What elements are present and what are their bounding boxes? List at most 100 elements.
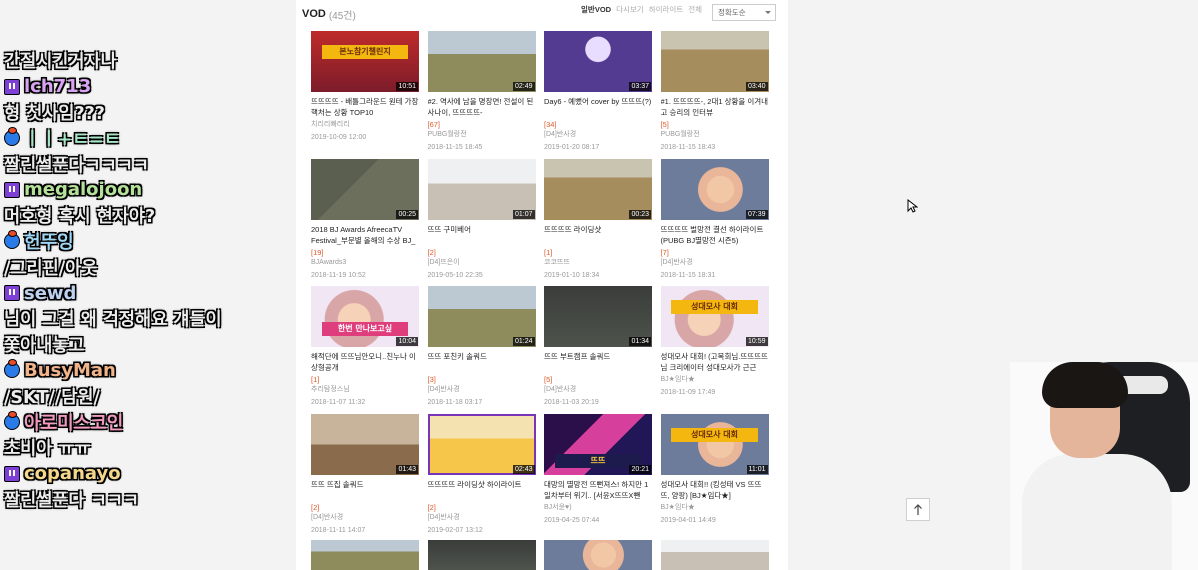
vod-card[interactable]: 02:49 #2. 역사에 남을 명장면! 전설이 된 사나이, 뜨뜨뜨뜨- [67…: [427, 31, 536, 159]
chat-message-line: 짤린썰푼다 ㅋㅋㅋ: [4, 487, 294, 513]
vod-card[interactable]: 한번 만나보고싶 10:04 해적단에 뜨뜨님안오니..친누나 이상형공개 [1] 추리…: [311, 286, 419, 414]
vod-date: 2018-11-03 20:19: [544, 399, 599, 406]
vod-author[interactable]: BJ★임다★: [661, 503, 769, 513]
vod-title-link[interactable]: 뜨뜨 포친키 솔쿼드: [428, 351, 536, 373]
vod-author[interactable]: [D4]반사경: [544, 385, 652, 395]
vod-thumbnail[interactable]: 성대모사 대회 11:01: [660, 413, 769, 475]
vod-thumbnail[interactable]: 01:34: [544, 286, 652, 347]
vod-card[interactable]: 성대모사 대회 10:59 성대모사 대회! (고목회님.뜨뜨뜨뜨님 크리에이터 성…: [660, 286, 769, 414]
vod-title-link[interactable]: 2018 BJ Awards AfreecaTV Festival_부문별 올해…: [311, 224, 419, 246]
vod-card[interactable]: 02:43 뜨뜨뜨뜨 라이딩샷 하이라이트 [2] [D4]반사경 2019-02-07…: [427, 413, 536, 542]
vod-card[interactable]: 본노참기챌린지 10:51 뜨뜨뜨뜨 - 배틀그라운드 원테 가장 핵처는 상황 T…: [311, 31, 419, 159]
vod-thumbnail[interactable]: 성대모사 대회 10:59: [660, 286, 769, 347]
vod-title-link[interactable]: 해적단에 뜨뜨님안오니..친누나 이상형공개: [311, 351, 419, 373]
vod-thumbnail[interactable]: 본노참기챌린지 10:51: [311, 31, 419, 92]
chat-message-line: 짤린썰푼다ㅋㅋㅋㅋ: [4, 151, 294, 177]
vod-thumbnail[interactable]: 02:43: [427, 413, 536, 475]
chat-username-line: 아로미스코인: [4, 409, 294, 435]
vod-duration: 02:43: [512, 464, 535, 474]
vod-duration: 10:04: [396, 337, 418, 346]
chat-username-line: ㅣㅣ+ㅌ=ㅌ: [4, 125, 294, 151]
vod-date: 2018-11-11 14:07: [311, 526, 366, 534]
vod-author[interactable]: BJAwards3: [311, 258, 419, 268]
vod-title-link[interactable]: 성대모사 대회! (고목회님.뜨뜨뜨뜨님 크리에이터 성대모사가 근근: [661, 351, 769, 373]
vod-author[interactable]: 치리리빠리리: [311, 120, 419, 130]
vod-title-link[interactable]: 뜨뜨뜨뜨 벌망전 결선 하이라이트 (PUBG BJ멸망전 시즌5): [661, 224, 769, 246]
vod-duration: 01:34: [629, 337, 651, 346]
vod-thumbnail[interactable]: [427, 540, 536, 570]
vod-date: 2018-11-07 11:32: [311, 399, 366, 406]
vod-date: 2019-01-20 08:17: [544, 144, 600, 151]
streamer-body: [1022, 454, 1172, 570]
vod-card[interactable]: 01:24 뜨뜨 포친키 솔쿼드 [3] [D4]반사경 2018-11-18 03:1…: [427, 286, 536, 414]
vod-thumbnail[interactable]: 한번 만나보고싶 10:04: [311, 286, 419, 347]
vod-card[interactable]: 성대모사 대회 11:01 성대모사 대회!! (킹성태 VS 뜨뜨뜨, 양팡) […: [660, 413, 769, 542]
chat-username: megalojoon: [24, 179, 143, 201]
vod-card[interactable]: 03:37 Day6 - 예뻤어 cover by 뜨뜨뜨(?) [34] [D4]반…: [544, 31, 652, 159]
vod-author[interactable]: [D4]반사경: [428, 385, 536, 395]
vod-thumbnail[interactable]: 03:40: [660, 31, 769, 92]
vod-thumbnail[interactable]: 01:24: [427, 286, 536, 347]
vod-author[interactable]: 코코뜨뜨: [544, 258, 652, 268]
vod-title-link[interactable]: 성대모사 대회!! (킹성태 VS 뜨뜨뜨, 양팡) [BJ★임다★]: [661, 479, 769, 501]
chat-message-text: 님이 그걸 왜 걱정해요 걔들이: [4, 310, 222, 331]
vod-date: 2018-11-15 18:45: [427, 144, 483, 151]
vod-card[interactable]: 01:43 뜨뜨 뜨집 솔쿼드 [2] [D4]반사경 2018-11-11 14:07: [311, 413, 419, 542]
vod-thumbnail[interactable]: [544, 540, 652, 570]
vod-title-link[interactable]: 뜨뜨뜨뜨 라이딩샷: [544, 224, 652, 246]
vod-thumbnail[interactable]: 02:49: [427, 31, 536, 92]
vod-thumbnail[interactable]: [660, 540, 769, 570]
vod-date: 2018-11-09 17:49: [660, 389, 716, 396]
chat-message-line: 쫓아내놓고: [4, 332, 294, 358]
vod-card[interactable]: 07:39 뜨뜨뜨뜨 벌망전 결선 하이라이트 (PUBG BJ멸망전 시즌5) […: [660, 158, 769, 287]
vod-title-link[interactable]: 뜨뜨 뜨집 솔쿼드: [311, 479, 419, 501]
vod-card[interactable]: 00:25 2018 BJ Awards AfreecaTV Festival_부…: [311, 158, 419, 287]
vod-author[interactable]: [D4]뜨은이: [428, 258, 536, 268]
chat-message-line: /SKT//담원/: [4, 383, 294, 409]
vod-card[interactable]: 01:34 뜨뜨 부트캠프 솔쿼드 [5] [D4]반사경 2018-11-03 20:…: [544, 286, 652, 414]
vod-author[interactable]: [D4]반사경: [428, 513, 536, 523]
vod-author[interactable]: [D4]반사경: [661, 258, 769, 268]
vod-card[interactable]: 01:07 뜨뜨 구미베어 [2] [D4]뜨은이 2019-05-10 22:35: [427, 158, 536, 287]
vod-author[interactable]: PUBG월랑전: [428, 130, 536, 140]
vod-thumbnail[interactable]: 07:39: [660, 158, 769, 220]
vod-title-link[interactable]: 뜨뜨뜨뜨 라이딩샷 하이라이트: [428, 479, 536, 501]
tab-all[interactable]: 전체: [688, 4, 702, 15]
vod-author[interactable]: [D4]반사경: [544, 130, 652, 140]
vod-thumbnail[interactable]: 뜨뜨 20:21: [544, 413, 652, 475]
vod-title-link[interactable]: 뜨뜨뜨뜨 - 배틀그라운드 원테 가장 핵처는 상황 TOP10: [311, 96, 419, 118]
sort-select[interactable]: 정확도순: [712, 4, 776, 21]
vod-author[interactable]: BJ서윤♥): [544, 503, 652, 513]
thumbnail-caption: 성대모사 대회: [671, 427, 758, 442]
vod-author[interactable]: [D4]반사경: [311, 513, 419, 523]
vod-thumbnail[interactable]: 03:37: [544, 31, 652, 92]
vod-author[interactable]: PUBG월랑전: [661, 130, 769, 140]
vod-date: 2018-11-18 03:17: [427, 399, 483, 406]
vod-thumbnail[interactable]: 01:07: [427, 158, 536, 220]
vod-thumbnail[interactable]: 00:23: [544, 158, 652, 220]
vod-thumbnail[interactable]: 00:25: [311, 158, 419, 220]
vod-author[interactable]: BJ★임다★: [661, 375, 769, 385]
scroll-top-button[interactable]: [906, 498, 930, 521]
vod-author[interactable]: 추리탐정스님: [311, 385, 419, 395]
chat-message-line: 초비아 ㅠㅠ: [4, 435, 294, 461]
vod-title-link[interactable]: #2. 역사에 남을 명장면! 전설이 된 사나이, 뜨뜨뜨뜨-: [428, 96, 536, 118]
vod-thumbnail[interactable]: [311, 540, 419, 570]
vod-card[interactable]: 뜨뜨 20:21 대망의 멸망전 뜨뻔져스! 하지만 1일차부터 위기.. [서윤X…: [544, 413, 652, 542]
vod-title-link[interactable]: 뜨뜨 구미베어: [428, 224, 536, 246]
vod-title-link[interactable]: #1. 뜨뜨뜨뜨-, 2대1 상황을 이겨내고 승리의 인터뷰: [661, 96, 769, 118]
vod-card[interactable]: 03:40 #1. 뜨뜨뜨뜨-, 2대1 상황을 이겨내고 승리의 인터뷰 [5] P…: [660, 31, 769, 159]
tab-normal-vod[interactable]: 일반VOD: [581, 4, 611, 15]
vod-title-link[interactable]: 뜨뜨 부트캠프 솔쿼드: [544, 351, 652, 373]
chat-message-text: 짤린썰푼다ㅋㅋㅋㅋ: [4, 155, 149, 176]
vod-title-link[interactable]: Day6 - 예뻤어 cover by 뜨뜨뜨(?): [544, 96, 652, 118]
vod-grid: 본노참기챌린지 10:51 뜨뜨뜨뜨 - 배틀그라운드 원테 가장 핵처는 상황 T…: [311, 31, 769, 541]
tab-replay[interactable]: 다시보기: [616, 4, 644, 15]
vod-page: VOD (45건) 일반VOD 다시보기 하이라이트 전체 정확도순 본노참기챌…: [296, 0, 788, 570]
vod-title-link[interactable]: 대망의 멸망전 뜨뻔져스! 하지만 1일차부터 위기.. [서윤X뜨뜨X뺀: [544, 479, 652, 501]
twitch-icon: [4, 181, 20, 198]
vod-thumbnail[interactable]: 01:43: [311, 413, 419, 475]
vod-card[interactable]: 00:23 뜨뜨뜨뜨 라이딩샷 [1] 코코뜨뜨 2019-01-10 18:34: [544, 158, 652, 287]
tab-highlight[interactable]: 하이라이트: [649, 4, 684, 15]
chat-username-line: sewd: [4, 280, 294, 306]
